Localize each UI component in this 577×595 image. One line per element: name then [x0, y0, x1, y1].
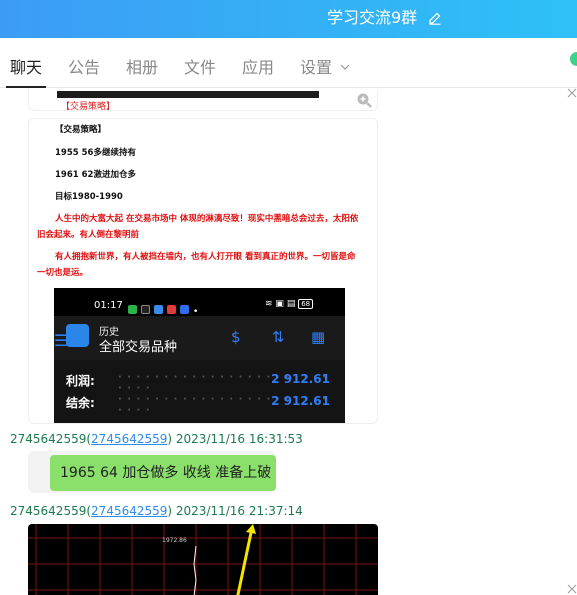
tab-bar: 聊天 公告 相册 文件 应用 设置: [0, 38, 577, 88]
balance-value: 2 912.61: [271, 394, 330, 408]
sender-link[interactable]: 2745642559: [91, 432, 167, 446]
profit-label: 利润:: [66, 374, 95, 388]
active-tab-indicator: [6, 86, 46, 88]
image-strip: [57, 91, 319, 98]
strategy-line: 1955 56多继续持有: [55, 148, 136, 158]
tab-settings[interactable]: 设置: [300, 58, 332, 78]
sender-link[interactable]: 2745642559: [91, 504, 167, 518]
close-icon[interactable]: [567, 584, 577, 594]
image-message-partial[interactable]: 【交易策略】: [28, 89, 378, 112]
wechat-icon: [128, 305, 137, 314]
sort-icon: ⇅: [272, 328, 285, 346]
sender-name: 2745642559: [10, 432, 87, 446]
strategy-red-text: 有人拥抱新世界，有人被挡在墙内，也有人打开眼 看到真正的世界。一切皆是命: [55, 252, 356, 262]
app-logo-icon: [66, 324, 89, 347]
message-time: 2023/11/16 21:37:14: [175, 504, 303, 518]
zoom-in-icon[interactable]: [356, 92, 372, 108]
tab-files[interactable]: 文件: [184, 58, 216, 78]
message-bubble-container: 1965 64 加仓做多 收线 准备上破: [28, 451, 276, 493]
strategy-image-message[interactable]: 【交易策略】 1955 56多继续持有 1961 62激进加仓多 目标1980-…: [28, 118, 378, 424]
wifi-battery-icons: ≋ ▣ ▤ 68: [265, 299, 314, 309]
strategy-red-text: 一切也是运。: [37, 268, 89, 278]
battery-icon: 68: [298, 299, 314, 309]
wifi-icon: ≋: [265, 299, 273, 309]
phone-header: ☰ 历史 全部交易品种 $ ⇅ ▦: [54, 316, 345, 360]
dollar-icon: $: [231, 328, 241, 346]
balance-label: 结余:: [66, 396, 95, 410]
strategy-red-text: 旧会起来。有人倒在黎明前: [37, 230, 140, 240]
side-badge[interactable]: [570, 52, 577, 66]
strategy-heading: 【交易策略】: [55, 125, 107, 135]
message-meta: 2745642559(2745642559) 2023/11/16 16:31:…: [10, 432, 303, 446]
app-icon: [154, 305, 163, 314]
app-icon: [167, 305, 176, 314]
tab-announcement[interactable]: 公告: [68, 58, 100, 78]
message-time: 2023/11/16 16:31:53: [175, 432, 303, 446]
status-time: 01:17: [94, 300, 123, 311]
card-caption: 【交易策略】: [61, 102, 116, 112]
calendar-icon: ▦: [311, 328, 326, 346]
profit-row: 利润: · · · · · · · · · · · · · · · · · · …: [66, 372, 336, 394]
chart-image: 1972.86: [28, 524, 378, 595]
tiktok-icon: [141, 305, 150, 314]
tab-chat[interactable]: 聊天: [10, 58, 42, 78]
hd-icon: ▣: [275, 299, 284, 309]
chat-area[interactable]: 【交易策略】 【交易策略】 1955 56多继续持有 1961 62激进加仓多 …: [0, 89, 577, 595]
app-icon: [180, 305, 189, 314]
strategy-line: 1961 62激进加仓多: [55, 170, 136, 180]
edit-icon[interactable]: [428, 11, 442, 25]
sender-name: 2745642559: [10, 504, 87, 518]
header-title: 全部交易品种: [99, 340, 178, 355]
message-bubble[interactable]: 1965 64 加仓做多 收线 准备上破: [50, 455, 276, 491]
tab-album[interactable]: 相册: [126, 58, 158, 78]
strategy-line: 目标1980-1990: [55, 192, 123, 202]
balance-row: 结余: · · · · · · · · · · · · · · · · · · …: [66, 394, 336, 416]
group-title: 学习交流9群: [327, 8, 418, 27]
signal-icon: ▤: [286, 299, 296, 309]
tab-apps[interactable]: 应用: [242, 58, 274, 78]
profit-value: 2 912.61: [271, 372, 330, 386]
message-meta: 2745642559(2745642559) 2023/11/16 21:37:…: [10, 504, 303, 518]
summary-rows: 利润: · · · · · · · · · · · · · · · · · · …: [54, 360, 345, 423]
title-bar: 学习交流9群: [0, 0, 577, 38]
chart-image-message[interactable]: 1972.86: [28, 524, 378, 595]
chart-price-label: 1972.86: [162, 537, 187, 544]
phone-screenshot: 01:17 • ≋ ▣ ▤ 68 ☰ 历史 全部交易品种 $ ⇅ ▦ 利润: ·…: [54, 288, 345, 423]
strategy-red-text: 人生中的大富大起 在交易市场中 体现的淋漓尽致！现实中黑暗总会过去，太阳依: [55, 214, 359, 224]
chevron-down-icon[interactable]: [340, 62, 350, 72]
